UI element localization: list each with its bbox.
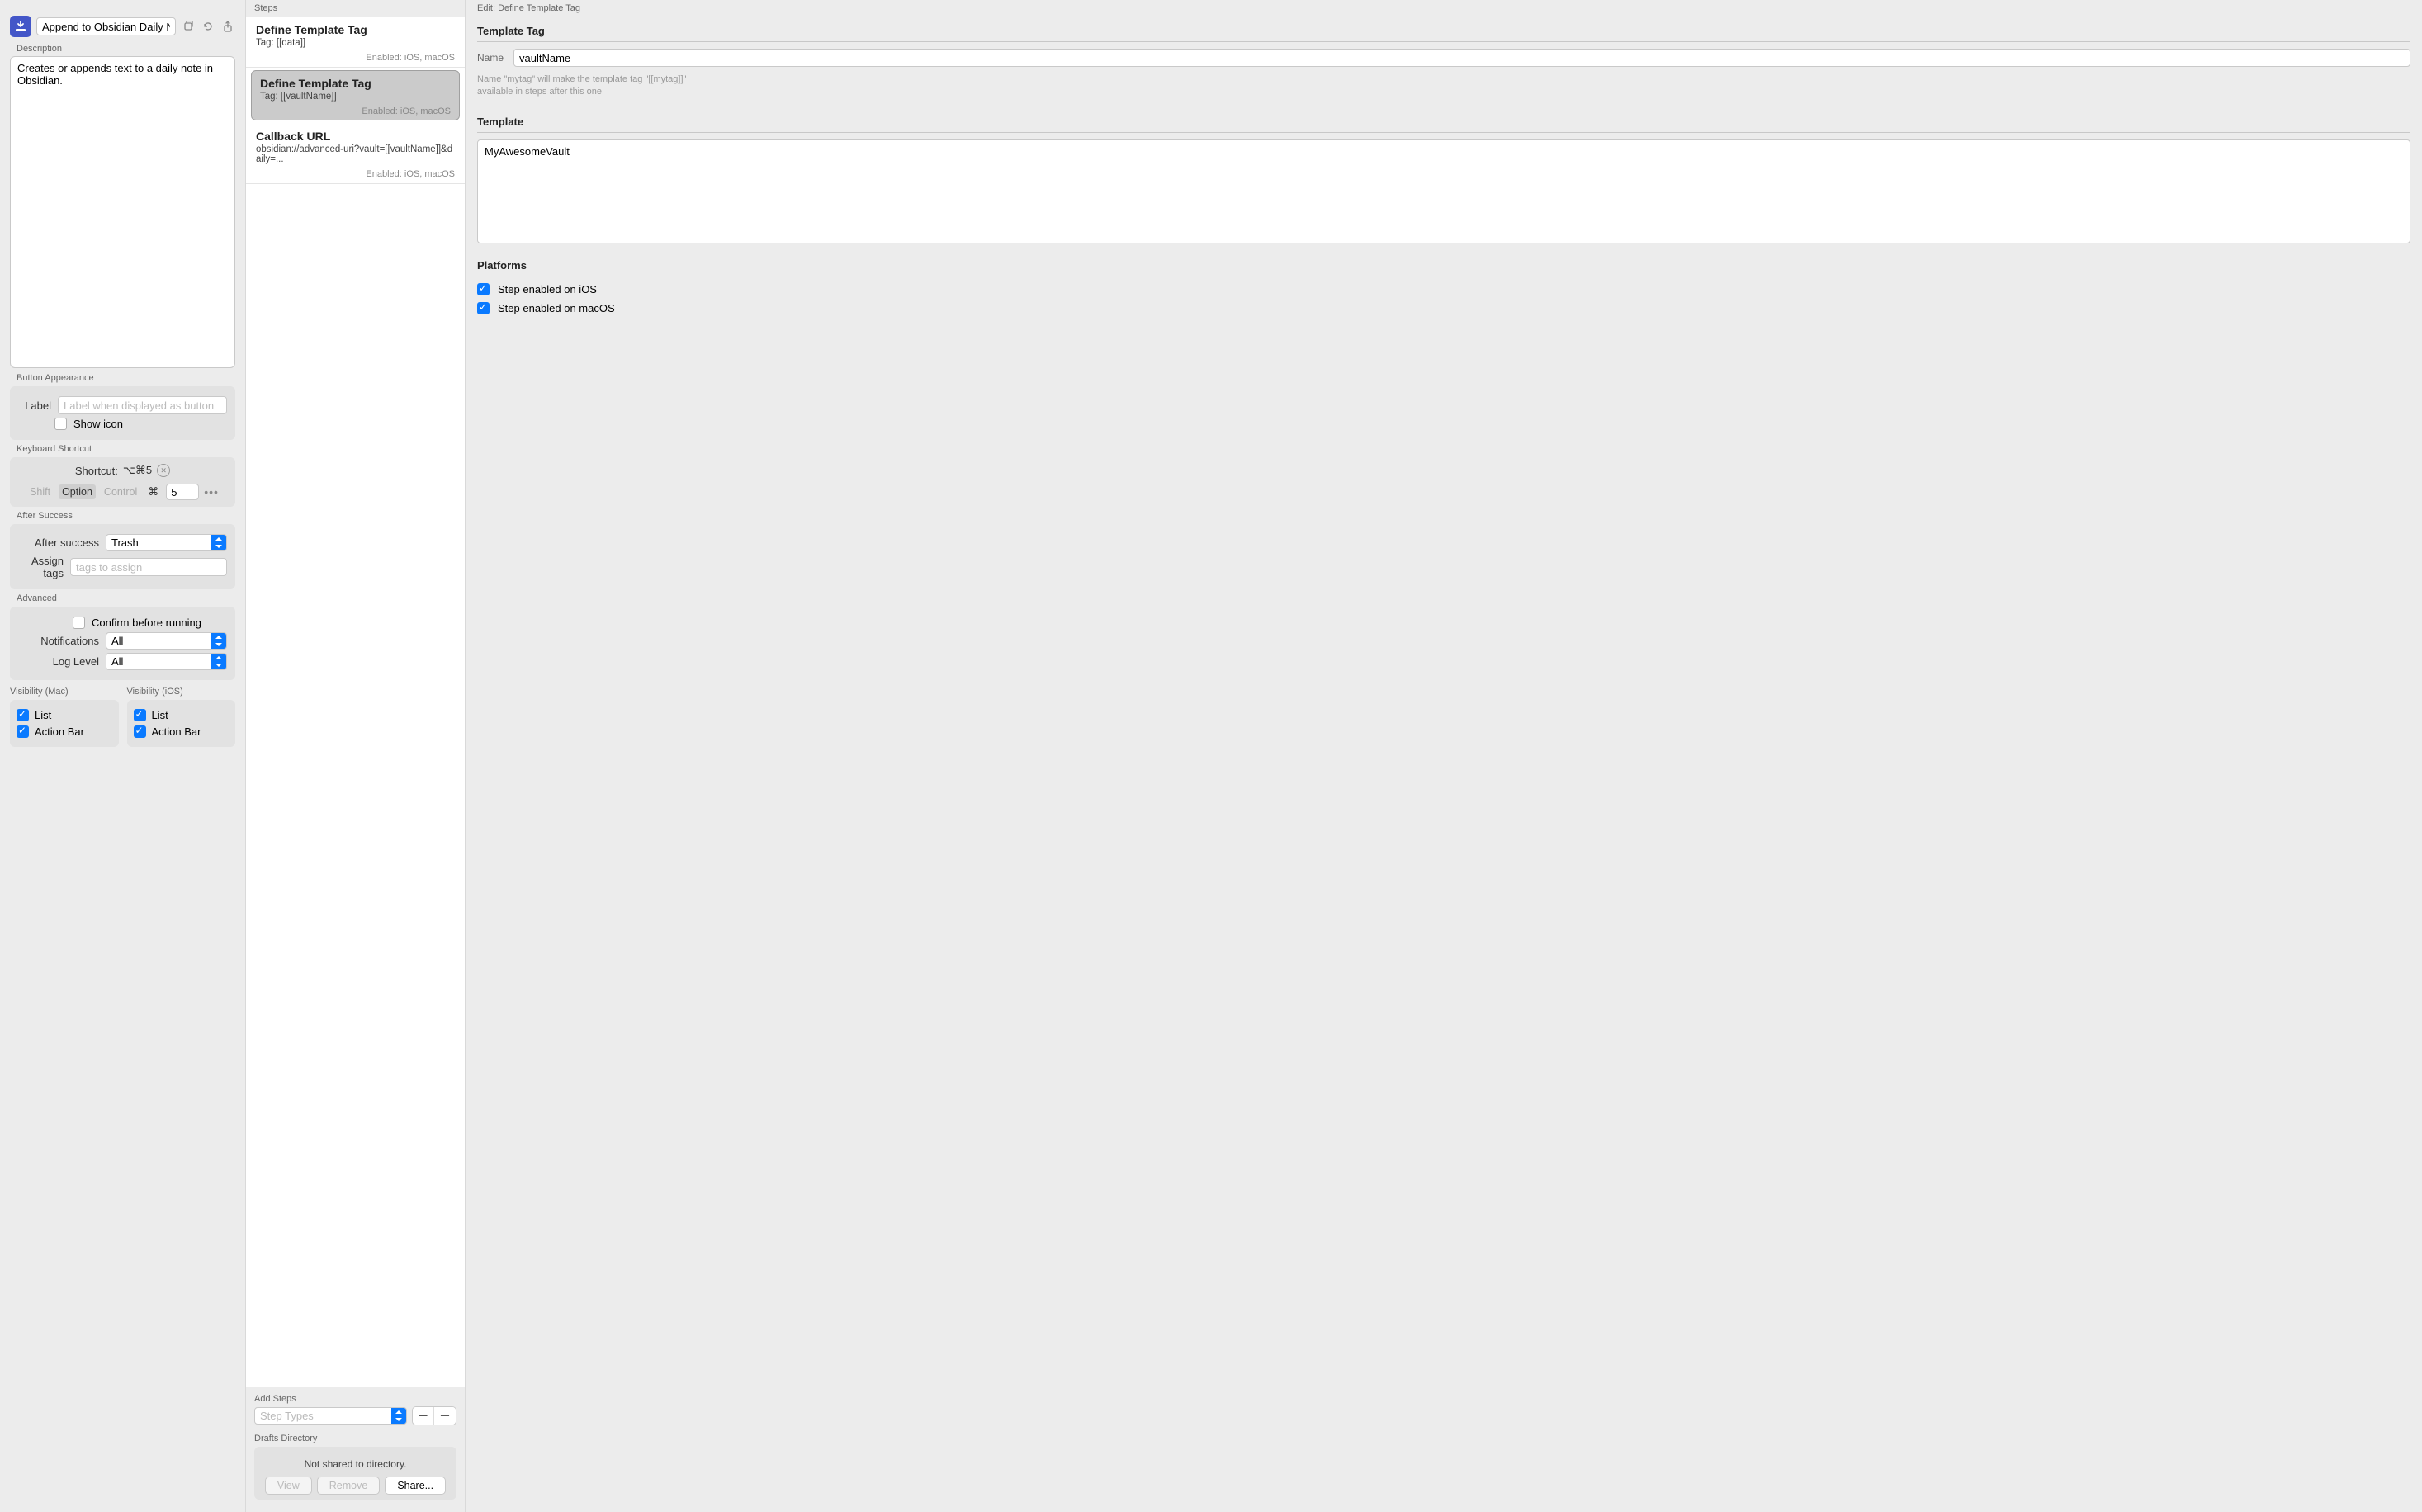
- add-step-button[interactable]: ＋: [413, 1407, 434, 1425]
- confirm-checkbox[interactable]: [73, 617, 85, 629]
- step-item[interactable]: Callback URLobsidian://advanced-uri?vaul…: [246, 123, 465, 184]
- description-textarea[interactable]: Creates or appends text to a daily note …: [10, 56, 235, 368]
- label-field-label: Label: [18, 399, 51, 412]
- macos-enabled-checkbox[interactable]: [477, 302, 490, 314]
- platforms-heading: Platforms: [477, 259, 2410, 276]
- step-item[interactable]: Define Template Tag Tag: [[data]] Enabled:…: [246, 17, 465, 68]
- duplicate-icon[interactable]: [181, 19, 196, 34]
- step-types-select[interactable]: Step Types: [254, 1407, 407, 1425]
- action-icon[interactable]: [10, 16, 31, 37]
- mod-option[interactable]: Option: [59, 484, 96, 499]
- button-appearance-label: Button Appearance: [17, 373, 235, 383]
- steps-panel: Steps Define Template Tag Tag: [[data]] En…: [246, 0, 466, 1512]
- edit-panel: Edit: Define Template Tag Template Tag N…: [466, 0, 2422, 1512]
- assign-tags-input[interactable]: [70, 558, 227, 576]
- steps-header: Steps: [246, 0, 465, 17]
- template-textarea[interactable]: MyAwesomeVault: [477, 139, 2410, 243]
- confirm-label: Confirm before running: [92, 617, 201, 629]
- log-level-label: Log Level: [18, 655, 99, 668]
- drafts-directory-label: Drafts Directory: [254, 1434, 456, 1443]
- remove-button: Remove: [317, 1477, 381, 1495]
- vis-actionbar-label: Action Bar: [152, 725, 201, 738]
- directory-status: Not shared to directory.: [259, 1458, 452, 1470]
- step-item[interactable]: Define Template Tag Tag: [[vaultName]] Ena…: [251, 70, 460, 120]
- notifications-label: Notifications: [18, 635, 99, 647]
- visibility-mac-label: Visibility (Mac): [10, 687, 119, 697]
- macos-enabled-label: Step enabled on macOS: [498, 302, 615, 314]
- after-success-select[interactable]: Trash: [106, 534, 227, 551]
- label-input[interactable]: [58, 396, 227, 414]
- template-tag-heading: Template Tag: [477, 25, 2410, 42]
- share-button[interactable]: Share...: [385, 1477, 446, 1495]
- shortcut-value: ⌥⌘5: [123, 464, 152, 477]
- step-enabled: Enabled: iOS, macOS: [260, 106, 451, 116]
- step-subtitle: Tag: [[data]]: [256, 38, 455, 48]
- assign-tags-label: Assign tags: [18, 555, 64, 579]
- keyboard-shortcut-panel: Shortcut: ⌥⌘5 ✕ Shift Option Control ⌘ •…: [10, 457, 235, 507]
- vis-list-label: List: [152, 709, 168, 721]
- vis-ios-actionbar-checkbox[interactable]: [134, 725, 146, 738]
- step-title: Define Template Tag: [256, 23, 455, 36]
- after-success-field-label: After success: [18, 536, 99, 549]
- step-enabled: Enabled: iOS, macOS: [256, 169, 455, 179]
- edit-header: Edit: Define Template Tag: [466, 0, 2422, 17]
- button-appearance-panel: Label Show icon: [10, 386, 235, 440]
- shortcut-prefix: Shortcut:: [75, 465, 118, 477]
- mod-command[interactable]: ⌘: [145, 485, 161, 498]
- notifications-select[interactable]: All: [106, 632, 227, 650]
- vis-ios-list-checkbox[interactable]: [134, 709, 146, 721]
- step-title: Callback URL: [256, 130, 455, 143]
- advanced-label: Advanced: [17, 593, 235, 603]
- more-icon[interactable]: •••: [204, 485, 219, 498]
- remove-step-button[interactable]: －: [434, 1407, 456, 1425]
- title-row: [10, 16, 235, 37]
- show-icon-checkbox[interactable]: [54, 418, 67, 430]
- vis-mac-actionbar-checkbox[interactable]: [17, 725, 29, 738]
- tag-hint: Name "mytag" will make the template tag …: [477, 73, 2410, 99]
- step-subtitle: obsidian://advanced-uri?vault=[[vaultNam…: [256, 144, 455, 164]
- log-level-select[interactable]: All: [106, 653, 227, 670]
- description-label: Description: [17, 44, 235, 54]
- ios-enabled-checkbox[interactable]: [477, 283, 490, 295]
- mod-shift[interactable]: Shift: [26, 484, 54, 499]
- view-button: View: [265, 1477, 312, 1495]
- after-success-label: After Success: [17, 511, 235, 521]
- shortcut-key-input[interactable]: [166, 484, 199, 500]
- after-success-panel: After success Trash Assign tags: [10, 524, 235, 589]
- step-subtitle: Tag: [[vaultName]]: [260, 92, 451, 102]
- action-name-input[interactable]: [36, 17, 176, 35]
- vis-mac-list-checkbox[interactable]: [17, 709, 29, 721]
- share-icon[interactable]: [220, 19, 235, 34]
- undo-icon[interactable]: [201, 19, 215, 34]
- clear-shortcut-icon[interactable]: ✕: [157, 464, 170, 477]
- step-title: Define Template Tag: [260, 77, 451, 90]
- show-icon-label: Show icon: [73, 418, 123, 430]
- download-icon: [15, 21, 26, 32]
- keyboard-shortcut-label: Keyboard Shortcut: [17, 444, 235, 454]
- template-heading: Template: [477, 116, 2410, 133]
- steps-list: Define Template Tag Tag: [[data]] Enabled:…: [246, 17, 465, 1387]
- ios-enabled-label: Step enabled on iOS: [498, 283, 597, 295]
- tag-name-input[interactable]: [513, 49, 2410, 67]
- visibility-ios-label: Visibility (iOS): [127, 687, 236, 697]
- vis-list-label: List: [35, 709, 51, 721]
- step-enabled: Enabled: iOS, macOS: [256, 53, 455, 63]
- vis-actionbar-label: Action Bar: [35, 725, 84, 738]
- add-steps-label: Add Steps: [254, 1394, 456, 1404]
- mod-control[interactable]: Control: [101, 484, 140, 499]
- name-label: Name: [477, 52, 505, 64]
- left-panel: Description Creates or appends text to a…: [0, 0, 246, 1512]
- advanced-panel: Confirm before running Notifications All…: [10, 607, 235, 680]
